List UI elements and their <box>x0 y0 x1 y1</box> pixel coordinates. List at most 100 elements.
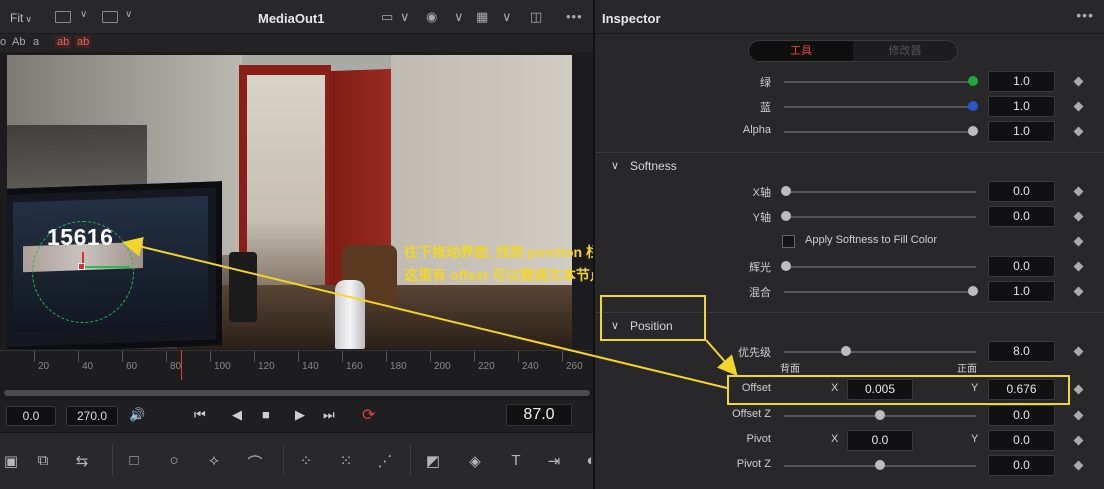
first-frame-icon[interactable]: ⏮ <box>194 407 206 423</box>
playhead[interactable] <box>181 350 182 380</box>
priority-slider[interactable] <box>784 351 976 353</box>
text3d-icon[interactable]: T <box>505 452 527 470</box>
keyframe-icon[interactable] <box>1073 76 1084 87</box>
alpha-slider-knob[interactable] <box>968 126 978 136</box>
alpha-value[interactable]: 1.0 <box>988 121 1055 142</box>
alpha-slider[interactable] <box>784 131 976 133</box>
subbar-item[interactable]: Ab <box>12 36 25 48</box>
blend-slider[interactable] <box>784 291 976 293</box>
color-channel-icon[interactable]: ◉ <box>426 9 437 25</box>
softness-x-knob[interactable] <box>781 186 791 196</box>
tab-tools[interactable]: 工具 <box>749 41 853 61</box>
keyframe-icon[interactable] <box>1073 261 1084 272</box>
particle-force-icon[interactable]: ⋰ <box>374 452 396 470</box>
pivot-z-label: Pivot Z <box>736 458 771 470</box>
offset-z-knob[interactable] <box>875 410 885 420</box>
blend-knob[interactable] <box>968 286 978 296</box>
keyframe-icon[interactable] <box>1073 186 1084 197</box>
priority-value[interactable]: 8.0 <box>988 341 1055 362</box>
more-options-icon[interactable]: ••• <box>1076 7 1094 23</box>
ellipse-mask-icon[interactable]: ○ <box>163 452 185 470</box>
green-slider-knob[interactable] <box>968 76 978 86</box>
rectangle-mask-icon[interactable]: □ <box>123 452 145 470</box>
render3d-icon[interactable]: ⇥ <box>543 452 565 470</box>
blend-value[interactable]: 1.0 <box>988 281 1055 302</box>
softness-y-knob[interactable] <box>781 211 791 221</box>
keyframe-icon[interactable] <box>1073 101 1084 112</box>
audio-icon[interactable]: 🔊 <box>129 407 145 423</box>
softness-y-slider[interactable] <box>784 216 976 218</box>
play-icon[interactable]: ▶ <box>295 407 305 423</box>
more-options-icon[interactable]: ••• <box>566 9 583 24</box>
in-point-field[interactable]: 0.0 <box>6 406 56 426</box>
tab-modifiers[interactable]: 修改器 <box>853 41 957 61</box>
grid-icon[interactable]: ▦ <box>476 9 488 25</box>
safe-area-icon[interactable]: ▭ <box>381 9 393 25</box>
merge3d-icon[interactable]: ◈ <box>464 452 486 470</box>
chevron-down-icon[interactable]: ∨ <box>125 9 132 20</box>
softness-x-slider[interactable] <box>784 191 976 193</box>
keyframe-icon[interactable] <box>1073 384 1084 395</box>
x-axis-handle[interactable] <box>84 266 130 268</box>
monitor-icon[interactable] <box>102 11 118 23</box>
glow-slider[interactable] <box>784 266 976 268</box>
text-overlay[interactable]: 15616 <box>47 224 113 251</box>
row-offset-z: Offset Z 0.0 <box>595 404 1104 428</box>
subbar-item[interactable]: ab <box>55 36 72 48</box>
softness-x-value[interactable]: 0.0 <box>988 181 1055 202</box>
out-point-field[interactable]: 270.0 <box>66 406 118 426</box>
tool-icon[interactable]: ▣ <box>0 452 22 470</box>
polygon-mask-icon[interactable]: ⟡ <box>203 452 225 470</box>
keyframe-icon[interactable] <box>1073 126 1084 137</box>
keyframe-icon[interactable] <box>1073 435 1084 446</box>
subbar-item[interactable]: a <box>33 36 39 48</box>
keyframe-icon[interactable] <box>1073 410 1084 421</box>
pivot-x-value[interactable]: 0.0 <box>847 430 913 451</box>
pivot-z-knob[interactable] <box>875 460 885 470</box>
pivot-z-value[interactable]: 0.0 <box>988 455 1055 476</box>
section-softness[interactable]: ∨ Softness <box>595 152 1104 178</box>
pivot-y-value[interactable]: 0.0 <box>988 430 1055 451</box>
current-frame-field[interactable]: 87.0 <box>506 404 572 426</box>
subbar-item[interactable]: ab <box>75 36 92 48</box>
row-pivot: Pivot X 0.0 Y 0.0 <box>595 429 1104 453</box>
keyframe-icon[interactable] <box>1073 211 1084 222</box>
stop-icon[interactable]: ■ <box>262 407 270 422</box>
chevron-down-icon[interactable]: ∨ <box>454 9 464 25</box>
chevron-down-icon[interactable]: ∨ <box>502 9 512 25</box>
transform-icon[interactable]: ⇆ <box>71 452 93 470</box>
offset-z-value[interactable]: 0.0 <box>988 405 1055 426</box>
green-value[interactable]: 1.0 <box>988 71 1055 92</box>
blue-slider[interactable] <box>784 106 976 108</box>
keyframe-icon[interactable] <box>1073 236 1084 247</box>
center-handle[interactable] <box>78 263 85 270</box>
keyframe-icon[interactable] <box>1073 346 1084 357</box>
chevron-down-icon[interactable]: ∨ <box>80 9 87 20</box>
particle-emitter-icon[interactable]: ⁘ <box>295 452 317 470</box>
keyframe-icon[interactable] <box>1073 286 1084 297</box>
glow-value[interactable]: 0.0 <box>988 256 1055 277</box>
resize-icon[interactable]: ⧉ <box>32 452 54 470</box>
bspline-mask-icon[interactable]: ⌒ <box>244 452 266 472</box>
glow-knob[interactable] <box>781 261 791 271</box>
text-overlay-icon[interactable] <box>55 11 71 23</box>
priority-knob[interactable] <box>841 346 851 356</box>
blue-slider-knob[interactable] <box>968 101 978 111</box>
green-slider[interactable] <box>784 81 976 83</box>
timeline-scrollbar-thumb[interactable] <box>4 390 590 396</box>
time-ruler[interactable]: 20 40 60 80 100 120 140 160 180 200 220 240 260 <box>0 350 593 380</box>
fit-dropdown[interactable]: Fit ∨ <box>10 11 32 25</box>
shape3d-icon[interactable]: ◩ <box>422 452 444 470</box>
split-view-icon[interactable]: ◫ <box>530 9 542 25</box>
chevron-down-icon[interactable]: ∨ <box>400 9 410 25</box>
particle-render-icon[interactable]: ⁙ <box>335 452 357 470</box>
last-frame-icon[interactable]: ⏭ <box>323 407 335 423</box>
chevron-down-icon[interactable]: ∨ <box>611 159 619 172</box>
blue-value[interactable]: 1.0 <box>988 96 1055 117</box>
apply-softness-checkbox[interactable] <box>782 235 795 248</box>
keyframe-icon[interactable] <box>1073 460 1084 471</box>
play-reverse-icon[interactable]: ◀ <box>232 407 242 423</box>
subbar-item[interactable]: o <box>0 36 6 48</box>
softness-y-value[interactable]: 0.0 <box>988 206 1055 227</box>
loop-icon[interactable]: ⟳ <box>362 405 375 425</box>
